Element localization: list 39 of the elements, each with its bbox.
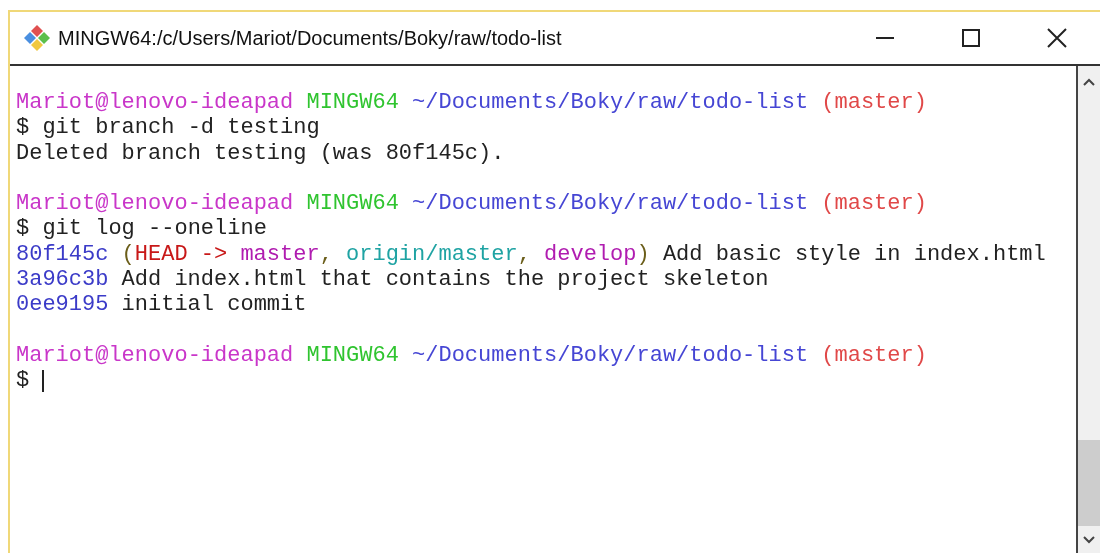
prompt-user: Mariot@lenovo-ideapad xyxy=(16,90,294,116)
prompt-branch: (master) xyxy=(821,90,927,116)
terminal-text: Deleted branch testing (was 80f145c). xyxy=(16,140,505,166)
terminal-text: $ xyxy=(16,368,30,394)
scroll-down-icon xyxy=(1083,536,1095,544)
scrollbar-thumb[interactable] xyxy=(1078,440,1100,526)
prompt-host: MINGW64 xyxy=(306,342,399,369)
prompt-host: MINGW64 xyxy=(306,191,399,217)
scrollbar[interactable] xyxy=(1078,66,1100,553)
prompt-path: ~/Documents/Boky/raw/todo-list xyxy=(412,342,809,369)
commit-hash: 3a96c3b xyxy=(16,267,109,293)
branch-ref: develop xyxy=(544,241,637,268)
commit-hash: 80f145c xyxy=(16,241,109,268)
terminal-text: Add basic style in index.html xyxy=(662,241,1046,268)
branch-ref: master xyxy=(240,241,320,268)
head-ref: HEAD -> xyxy=(134,241,228,268)
app-logo-icon xyxy=(22,23,52,53)
prompt-path: ~/Documents/Boky/raw/todo-list xyxy=(412,90,809,116)
ref-punctuation: ( xyxy=(121,241,135,268)
prompt-host: MINGW64 xyxy=(306,90,399,116)
terminal-text: Add index.html that contains the project skeleton xyxy=(121,267,769,293)
minimize-icon xyxy=(876,37,894,39)
prompt-user: Mariot@lenovo-ideapad xyxy=(16,191,294,217)
close-icon xyxy=(1047,28,1067,48)
scroll-up-icon xyxy=(1083,78,1095,86)
prompt-path: ~/Documents/Boky/raw/todo-list xyxy=(412,191,809,217)
commit-hash: 0ee9195 xyxy=(16,292,109,318)
terminal-text: $ git log --oneline xyxy=(16,216,267,242)
maximize-icon xyxy=(962,29,980,47)
terminal-text: initial commit xyxy=(121,292,307,318)
window-title: MINGW64:/c/Users/Mariot/Documents/Boky/raw/todo-list xyxy=(58,26,562,51)
ref-punctuation: , xyxy=(319,241,333,268)
remote-ref: origin/master xyxy=(346,241,518,268)
prompt-user: Mariot@lenovo-ideapad xyxy=(16,342,294,369)
prompt-branch: (master) xyxy=(821,342,927,369)
ref-punctuation: ) xyxy=(636,241,650,268)
prompt-branch: (master) xyxy=(821,191,927,217)
ref-punctuation: , xyxy=(517,241,531,268)
terminal-text: $ git branch -d testing xyxy=(16,115,320,141)
